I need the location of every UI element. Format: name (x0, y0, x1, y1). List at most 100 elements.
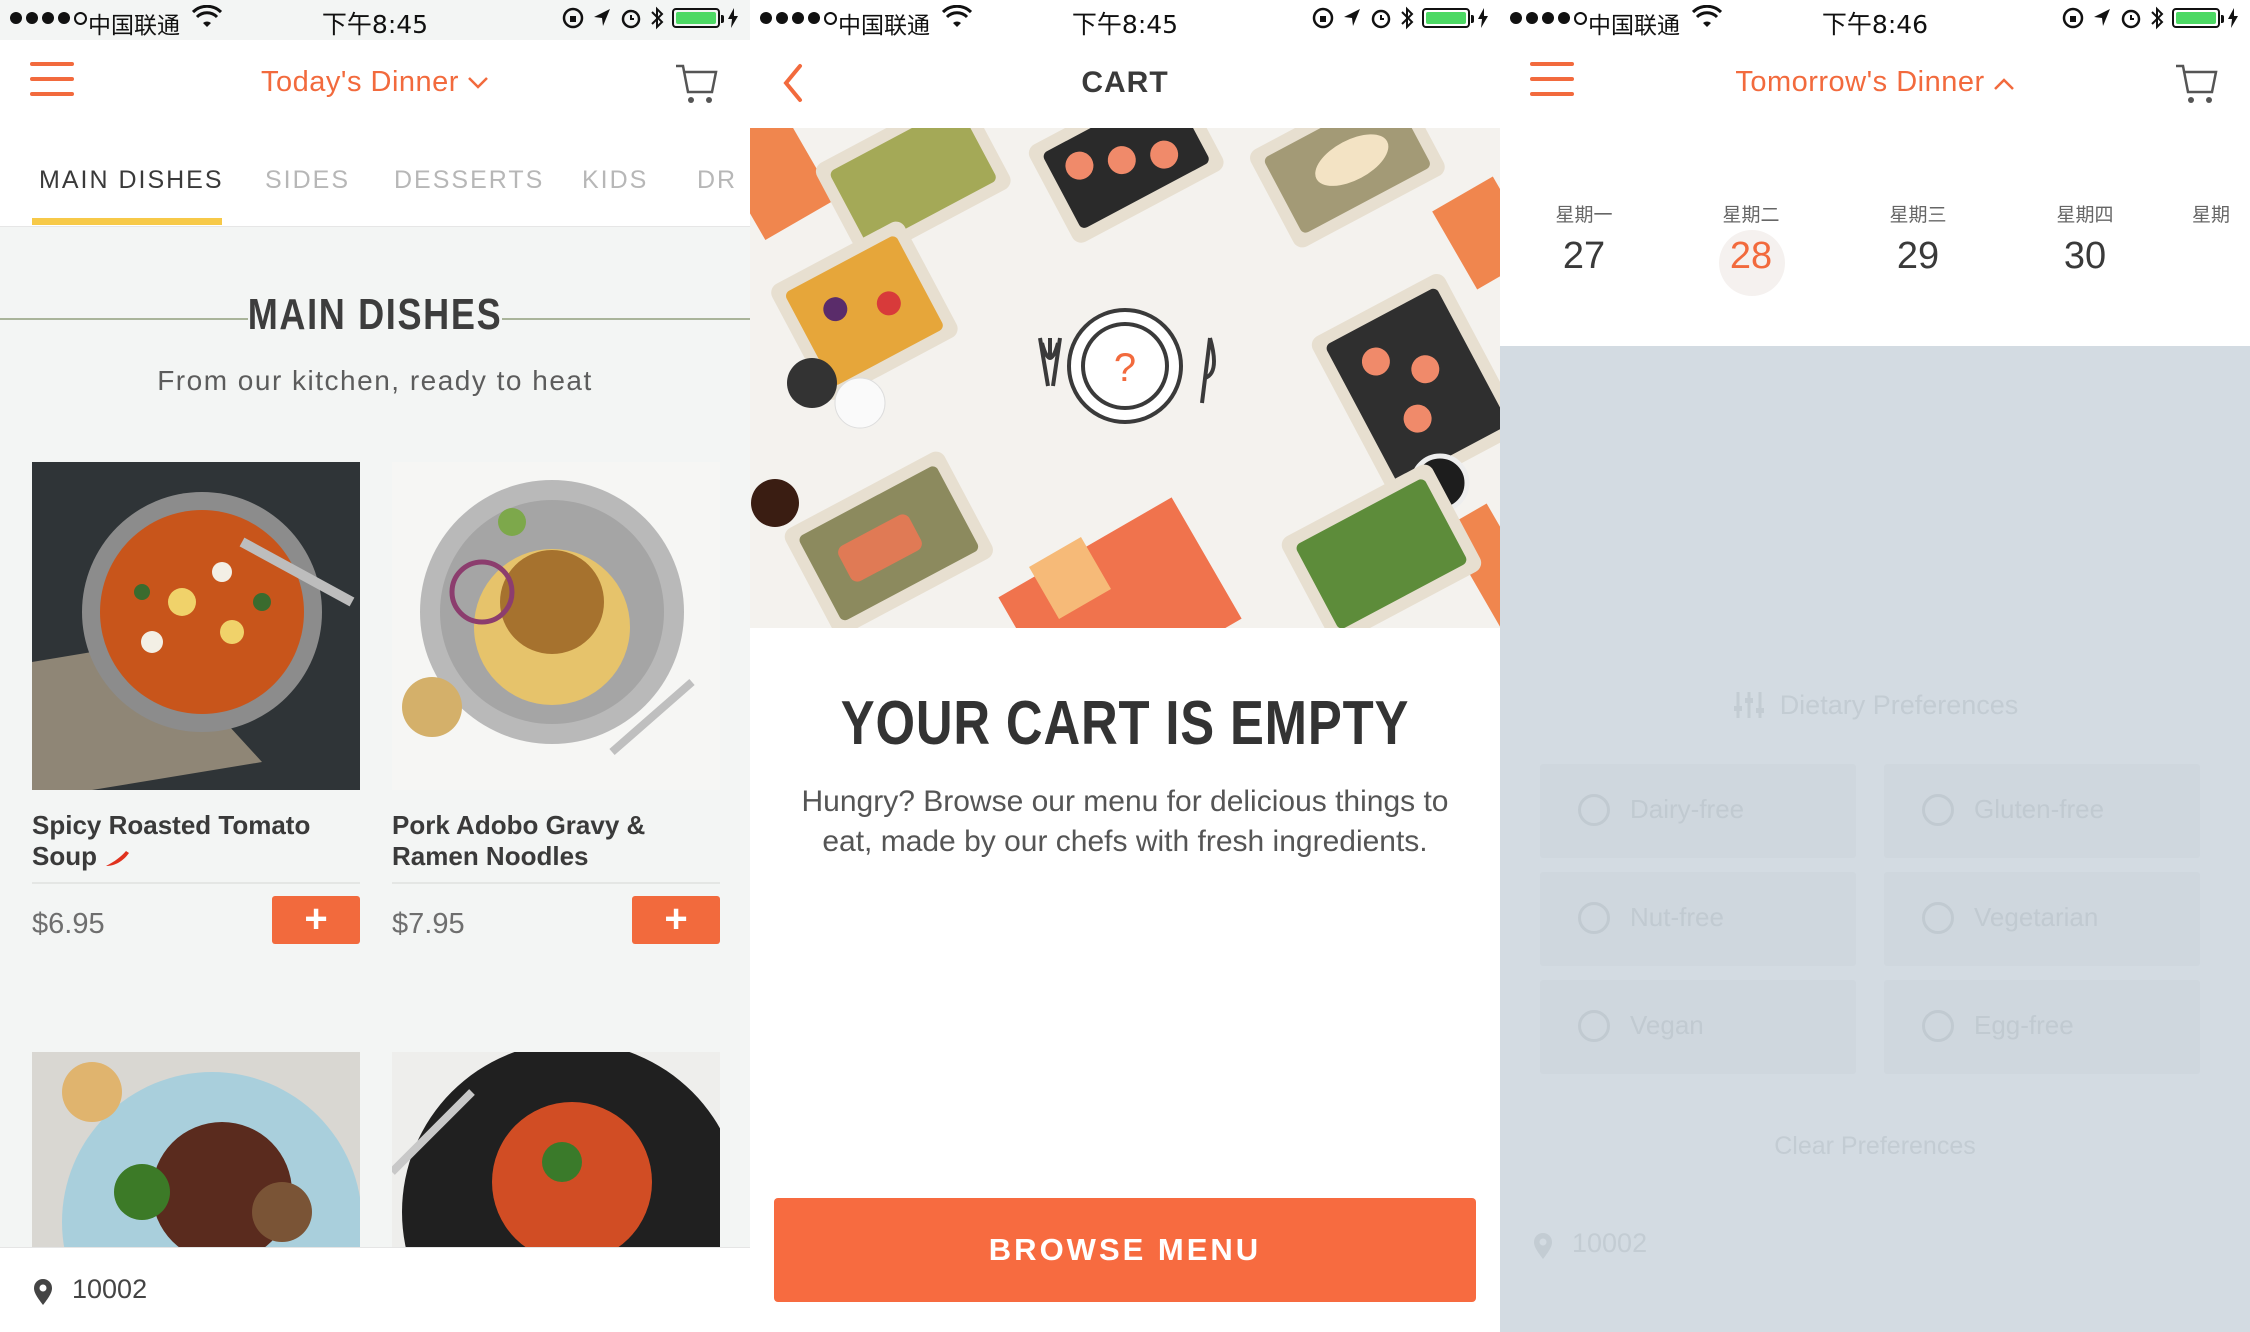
rotation-lock-icon (562, 7, 584, 29)
weekday-label: 星期三 (1889, 204, 1947, 226)
top-nav: Today's Dinner (0, 40, 750, 129)
delivery-zip-bar[interactable]: 10002 (0, 1247, 750, 1332)
date-option[interactable]: 星期一 27 (1524, 200, 1644, 278)
milk-icon (1578, 794, 1610, 826)
divider (32, 882, 360, 884)
dish-image[interactable] (32, 1052, 360, 1252)
empty-cart-title: YOUR CART IS EMPTY (840, 689, 1410, 758)
chili-pepper-icon (106, 851, 130, 866)
top-nav: CART (750, 40, 1500, 129)
dish-price: $6.95 (32, 908, 105, 940)
weekday-label: 星期一 (1555, 204, 1613, 226)
menu-screen: 中国联通 下午8:45 Today's Dinner MAIN DISHES S… (0, 0, 750, 1332)
hero-image: ? (750, 128, 1500, 628)
bluetooth-icon (2151, 6, 2164, 30)
cart-icon[interactable] (674, 60, 720, 106)
battery-icon (2172, 8, 2224, 28)
pref-vegetarian[interactable]: Vegetarian (1884, 872, 2200, 966)
bluetooth-icon (651, 6, 664, 30)
date-number: 30 (2063, 235, 2107, 277)
zip-code: 10002 (72, 1274, 148, 1304)
add-to-cart-button[interactable]: + (632, 896, 720, 944)
section-header: MAIN DISHES (0, 290, 750, 350)
egg-icon (1922, 1010, 1954, 1042)
alarm-icon (1371, 9, 1391, 29)
dietary-preferences-header: Dietary Preferences (1500, 690, 2250, 721)
meal-selector[interactable]: Tomorrow's Dinner (1500, 66, 2250, 99)
location-icon (2094, 9, 2110, 26)
alarm-icon (2121, 9, 2141, 29)
dish-name[interactable]: Spicy Roasted Tomato Soup (32, 810, 352, 872)
battery-icon (1422, 8, 1474, 28)
alarm-icon (621, 9, 641, 29)
section-subtitle: From our kitchen, ready to heat (157, 365, 593, 396)
wheat-icon (1922, 794, 1954, 826)
tab-sides[interactable]: SIDES (265, 166, 350, 195)
weekday-label: 星期四 (2056, 204, 2114, 226)
date-number: 28 (1729, 235, 1773, 277)
drop-icon (1578, 1010, 1610, 1042)
browse-menu-button[interactable]: BROWSE MENU (774, 1198, 1476, 1302)
date-number: 27 (1562, 235, 1606, 277)
weekday-label: 星期 (2192, 204, 2231, 226)
weekday-label: 星期二 (1722, 204, 1780, 226)
tab-drinks[interactable]: DR (697, 166, 737, 195)
status-bar: 中国联通 下午8:46 (1500, 0, 2250, 40)
pref-gluten-free[interactable]: Gluten-free (1884, 764, 2200, 858)
chevron-up-icon (1993, 78, 2014, 90)
page-title: CART (1081, 66, 1169, 99)
clear-preferences-link[interactable]: Clear Preferences (1500, 1132, 2250, 1161)
dish-image[interactable] (392, 462, 720, 790)
divider (392, 882, 720, 884)
location-icon (1344, 9, 1360, 26)
location-icon (594, 9, 610, 26)
pref-nut-free[interactable]: Nut-free (1540, 872, 1856, 966)
charging-icon (1478, 8, 1488, 28)
chevron-down-icon (468, 77, 488, 90)
leaf-icon (1922, 902, 1954, 934)
category-tabs: MAIN DISHES SIDES DESSERTS KIDS DR (0, 128, 750, 227)
date-option[interactable]: 星期四 30 (2025, 200, 2145, 278)
date-option[interactable]: 星期 (2180, 200, 2250, 235)
dish-image[interactable] (32, 462, 360, 790)
battery-icon (672, 8, 724, 28)
rotation-lock-icon (2062, 7, 2084, 29)
charging-icon (728, 8, 738, 28)
status-bar: 中国联通 下午8:45 (0, 0, 750, 40)
tab-desserts[interactable]: DESSERTS (394, 166, 544, 195)
bluetooth-icon (1401, 6, 1414, 30)
rotation-lock-icon (1312, 7, 1334, 29)
zip-code: 10002 (1572, 1228, 1648, 1258)
location-pin-icon (34, 1279, 52, 1305)
tab-main-dishes[interactable]: MAIN DISHES (39, 166, 224, 195)
add-to-cart-button[interactable]: + (272, 896, 360, 944)
date-picker-screen: 中国联通 下午8:46 Tomorrow's Dinner 星期一 27 星期二… (1500, 0, 2250, 1332)
tab-kids[interactable]: KIDS (582, 166, 648, 195)
empty-cart-message: Hungry? Browse our menu for delicious th… (801, 785, 1449, 858)
dim-overlay[interactable]: Dietary Preferences Dairy-free Gluten-fr… (1500, 346, 2250, 1332)
date-option-selected[interactable]: 星期二 28 (1691, 200, 1811, 296)
status-bar: 中国联通 下午8:45 (750, 0, 1500, 40)
cart-icon[interactable] (2174, 60, 2220, 106)
date-option[interactable]: 星期三 29 (1858, 200, 1978, 278)
date-number: 29 (1896, 235, 1940, 277)
nut-icon (1578, 902, 1610, 934)
meal-selector[interactable]: Today's Dinner (0, 66, 750, 99)
top-nav: Tomorrow's Dinner (1500, 40, 2250, 129)
charging-icon (2228, 8, 2238, 28)
cart-screen: 中国联通 下午8:45 CART ? YOUR CART IS EMPTY Hu… (750, 0, 1500, 1332)
meal-selector-label: Tomorrow's Dinner (1735, 66, 1985, 98)
dish-image[interactable] (392, 1052, 720, 1252)
meal-selector-label: Today's Dinner (261, 66, 459, 98)
date-picker: 星期一 27 星期二 28 星期三 29 星期四 30 星期 (1500, 128, 2250, 346)
pref-egg-free[interactable]: Egg-free (1884, 980, 2200, 1074)
dish-price: $7.95 (392, 908, 465, 940)
section-title: MAIN DISHES (247, 290, 503, 339)
question-mark-icon: ? (1114, 346, 1136, 390)
location-pin-icon (1534, 1233, 1552, 1259)
dish-name[interactable]: Pork Adobo Gravy & Ramen Noodles (392, 810, 712, 872)
active-tab-indicator (32, 218, 222, 225)
sliders-icon (1733, 692, 1764, 718)
pref-vegan[interactable]: Vegan (1540, 980, 1856, 1074)
pref-dairy-free[interactable]: Dairy-free (1540, 764, 1856, 858)
